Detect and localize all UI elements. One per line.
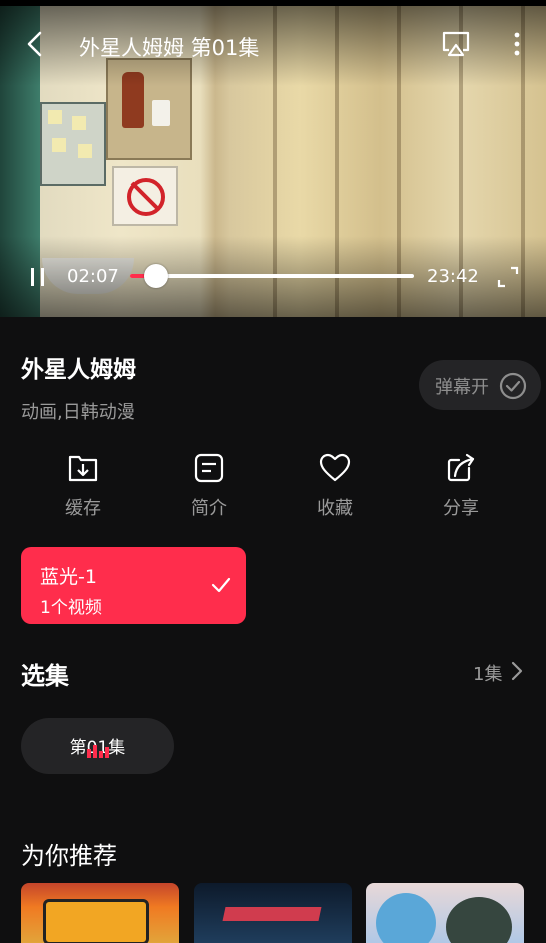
video-frame-noticeboard — [40, 102, 106, 186]
video-frame-no-sign — [112, 166, 178, 226]
check-circle-icon — [499, 372, 527, 400]
source-card[interactable]: 蓝光-1 1个视频 — [21, 547, 246, 624]
source-name: 蓝光-1 — [40, 566, 97, 588]
intro-button[interactable]: 简介 — [169, 452, 249, 520]
source-count: 1个视频 — [40, 598, 102, 618]
favorite-button[interactable]: 收藏 — [295, 452, 375, 520]
share-icon — [447, 453, 475, 482]
recommend-card-1[interactable] — [21, 883, 179, 943]
back-icon[interactable] — [24, 30, 46, 62]
danmaku-label: 弹幕开 — [435, 377, 489, 398]
progress-knob[interactable] — [143, 264, 168, 288]
episode-item[interactable]: 第01集 — [21, 718, 174, 774]
episode-label: 第01集 — [69, 738, 126, 758]
intro-label: 简介 — [191, 498, 227, 519]
more-options-icon[interactable] — [512, 31, 522, 61]
download-icon — [68, 455, 98, 482]
fullscreen-icon[interactable] — [497, 266, 519, 292]
danmaku-toggle[interactable]: 弹幕开 — [419, 360, 541, 410]
check-icon — [211, 577, 231, 593]
pause-icon[interactable] — [29, 266, 47, 292]
recommend-card-2[interactable] — [194, 883, 352, 943]
show-tags: 动画,日韩动漫 — [21, 402, 135, 423]
show-title: 外星人姆姆 — [21, 357, 136, 383]
intro-icon — [194, 453, 224, 483]
recommend-card-3[interactable] — [366, 883, 524, 943]
favorite-label: 收藏 — [317, 498, 353, 519]
cache-button[interactable]: 缓存 — [43, 452, 123, 520]
recommend-title: 为你推荐 — [21, 842, 117, 870]
progress-track[interactable] — [130, 264, 414, 288]
cache-label: 缓存 — [65, 498, 101, 519]
cast-icon[interactable] — [441, 30, 471, 62]
heart-icon — [319, 453, 351, 482]
current-time: 02:07 — [67, 266, 119, 287]
episodes-title: 选集 — [21, 662, 69, 690]
chevron-right-icon[interactable] — [511, 661, 523, 685]
share-label: 分享 — [443, 498, 479, 519]
player-title: 外星人姆姆 第01集 — [79, 36, 260, 60]
total-time: 23:42 — [427, 266, 479, 287]
share-button[interactable]: 分享 — [421, 452, 501, 520]
episodes-count[interactable]: 1集 — [473, 660, 502, 686]
